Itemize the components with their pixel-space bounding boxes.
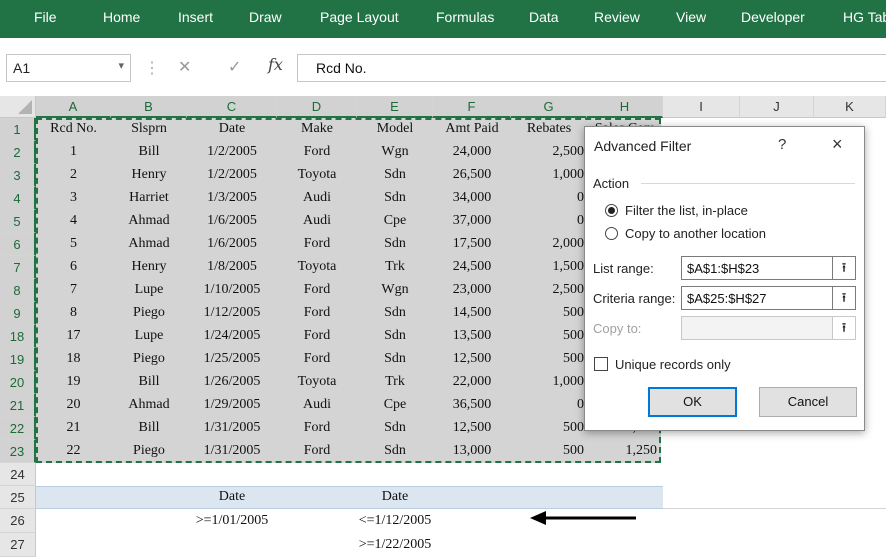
criteria-cell-e26[interactable]: <=1/12/2005 [345, 513, 445, 529]
column-header-i[interactable]: I [663, 96, 740, 118]
copy-to-location-radio[interactable] [605, 227, 618, 240]
tab-file[interactable]: File [34, 9, 57, 25]
row-header-7[interactable]: 7 [0, 256, 36, 279]
function-icon[interactable]: fx [268, 55, 283, 74]
list-range-field[interactable]: $A$1:$H$23 [681, 256, 833, 280]
criteria-range-value: $A$25:$H$27 [687, 291, 767, 306]
tab-formulas[interactable]: Formulas [436, 9, 494, 25]
row-header-20[interactable]: 20 [0, 371, 36, 394]
pointer-arrow-icon [530, 511, 636, 525]
copy-marquee [36, 118, 661, 463]
copy-to-field[interactable] [681, 316, 833, 340]
tab-hg-tab[interactable]: HG Tab [843, 9, 886, 25]
column-header-d[interactable]: D [277, 96, 357, 118]
filter-in-place-radio[interactable] [605, 204, 618, 217]
row-header-19[interactable]: 19 [0, 348, 36, 371]
select-all-corner[interactable] [0, 96, 36, 118]
row-header-8[interactable]: 8 [0, 279, 36, 302]
row-header-23[interactable]: 23 [0, 440, 36, 463]
action-section-label: Action [593, 176, 630, 191]
name-box-value: A1 [13, 60, 31, 76]
filter-in-place-label[interactable]: Filter the list, in-place [625, 203, 748, 218]
column-header-k[interactable]: K [814, 96, 886, 118]
criteria-cell-e27[interactable]: >=1/22/2005 [345, 537, 445, 553]
column-header-c[interactable]: C [187, 96, 277, 118]
tab-data[interactable]: Data [529, 9, 559, 25]
list-range-label: List range: [593, 261, 654, 276]
criteria-range-label: Criteria range: [593, 291, 676, 306]
name-box[interactable]: A1 ▾ [6, 54, 131, 82]
formula-input[interactable]: Rcd No. [297, 54, 886, 82]
copy-to-collapse-icon[interactable]: ⭱ [832, 316, 856, 340]
cancel-button[interactable]: Cancel [759, 387, 857, 417]
tab-view[interactable]: View [676, 9, 706, 25]
tab-insert[interactable]: Insert [178, 9, 213, 25]
column-header-f[interactable]: F [433, 96, 511, 118]
column-header-j[interactable]: J [740, 96, 814, 118]
cancel-icon[interactable]: ✕ [178, 57, 191, 77]
row-header-26[interactable]: 26 [0, 509, 36, 533]
column-header-b[interactable]: B [111, 96, 187, 118]
tab-developer[interactable]: Developer [741, 9, 805, 25]
list-range-collapse-icon[interactable]: ⭱ [832, 256, 856, 280]
unique-records-label[interactable]: Unique records only [615, 357, 731, 372]
tab-home[interactable]: Home [103, 9, 140, 25]
unique-records-checkbox[interactable] [594, 357, 608, 371]
row-header-18[interactable]: 18 [0, 325, 36, 348]
copy-to-label: Copy to: [593, 321, 642, 336]
ok-button[interactable]: OK [648, 387, 737, 417]
criteria-range-collapse-icon[interactable]: ⭱ [832, 286, 856, 310]
list-range-value: $A$1:$H$23 [687, 261, 760, 276]
row-header-4[interactable]: 4 [0, 187, 36, 210]
row-header-3[interactable]: 3 [0, 164, 36, 187]
row-header-24[interactable]: 24 [0, 463, 36, 486]
advanced-filter-dialog: Advanced Filter ? × Action Filter the li… [584, 126, 865, 431]
tab-review[interactable]: Review [594, 9, 640, 25]
formula-bar-divider: ⋮ [144, 60, 160, 77]
row-header-22[interactable]: 22 [0, 417, 36, 440]
chevron-down-icon[interactable]: ▾ [118, 59, 124, 72]
row-header-25[interactable]: 25 [0, 486, 36, 509]
row-header-9[interactable]: 9 [0, 302, 36, 325]
row-header-5[interactable]: 5 [0, 210, 36, 233]
check-icon[interactable]: ✓ [228, 57, 241, 77]
row-header-2[interactable]: 2 [0, 141, 36, 164]
dialog-title: Advanced Filter [594, 138, 692, 154]
column-header-e[interactable]: E [357, 96, 433, 118]
ribbon: File Home Insert Draw Page Layout Formul… [0, 0, 886, 38]
help-icon[interactable]: ? [778, 136, 786, 153]
action-section-divider [641, 183, 855, 184]
criteria-range-field[interactable]: $A$25:$H$27 [681, 286, 833, 310]
criteria-header-date-c[interactable]: Date [187, 489, 277, 505]
close-icon[interactable]: × [832, 134, 843, 155]
copy-to-location-label[interactable]: Copy to another location [625, 226, 766, 241]
criteria-cell-c26[interactable]: >=1/01/2005 [177, 513, 287, 529]
formula-bar: A1 ▾ ⋮ ✕ ✓ fx Rcd No. [0, 52, 886, 84]
tab-draw[interactable]: Draw [249, 9, 282, 25]
row-header-6[interactable]: 6 [0, 233, 36, 256]
formula-input-value: Rcd No. [316, 60, 367, 76]
criteria-header-row [36, 486, 663, 509]
row-header-1[interactable]: 1 [0, 118, 36, 141]
row-header-27[interactable]: 27 [0, 533, 36, 557]
row-header-21[interactable]: 21 [0, 394, 36, 417]
criteria-header-date-e[interactable]: Date [357, 489, 433, 505]
column-header-h[interactable]: H [587, 96, 663, 118]
tab-page-layout[interactable]: Page Layout [320, 9, 399, 25]
column-header-a[interactable]: A [36, 96, 111, 118]
column-header-g[interactable]: G [511, 96, 587, 118]
